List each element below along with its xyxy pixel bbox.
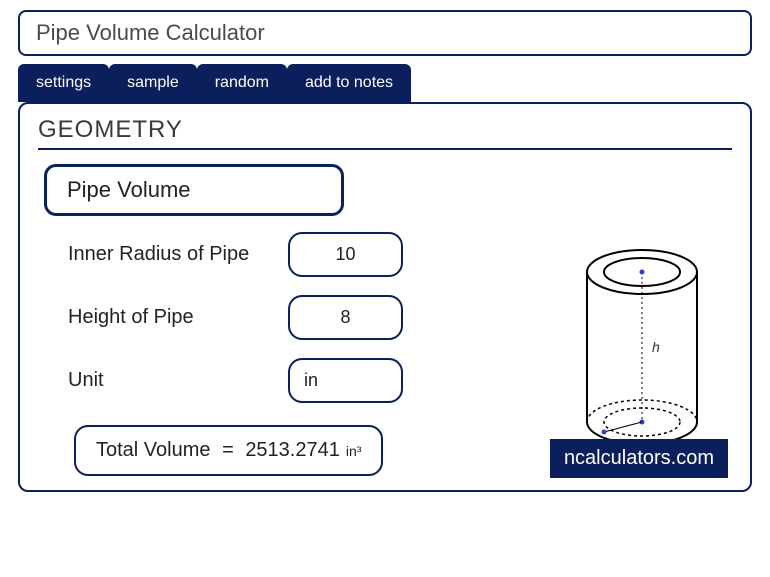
field-row-height: Height of Pipe bbox=[68, 295, 512, 340]
result-value: 2513.2741 bbox=[245, 439, 340, 462]
tab-random[interactable]: random bbox=[197, 64, 287, 102]
calculator-name-box: Pipe Volume bbox=[44, 164, 344, 216]
page-title: Pipe Volume Calculator bbox=[18, 10, 752, 56]
height-label: Height of Pipe bbox=[68, 306, 288, 329]
result-equals: = bbox=[217, 439, 240, 462]
inner-radius-label: Inner Radius of Pipe bbox=[68, 243, 288, 266]
tab-sample[interactable]: sample bbox=[109, 64, 197, 102]
brand-badge: ncalculators.com bbox=[550, 439, 728, 478]
height-input[interactable] bbox=[288, 295, 403, 340]
calculator-panel: GEOMETRY Pipe Volume Inner Radius of Pip… bbox=[18, 102, 752, 492]
unit-input[interactable] bbox=[288, 358, 403, 403]
svg-text:h: h bbox=[652, 339, 660, 355]
result-unit: in³ bbox=[346, 443, 362, 459]
pipe-diagram-icon: h bbox=[552, 232, 732, 462]
tab-add-to-notes[interactable]: add to notes bbox=[287, 64, 411, 102]
field-row-unit: Unit bbox=[68, 358, 512, 403]
tab-row: settings sample random add to notes bbox=[0, 64, 770, 102]
unit-label: Unit bbox=[68, 369, 288, 392]
tab-settings[interactable]: settings bbox=[18, 64, 109, 102]
result-box: Total Volume = 2513.2741 in³ bbox=[74, 425, 383, 476]
inner-radius-input[interactable] bbox=[288, 232, 403, 277]
result-label: Total Volume bbox=[96, 439, 211, 462]
section-title: GEOMETRY bbox=[38, 116, 732, 150]
field-row-inner-radius: Inner Radius of Pipe bbox=[68, 232, 512, 277]
